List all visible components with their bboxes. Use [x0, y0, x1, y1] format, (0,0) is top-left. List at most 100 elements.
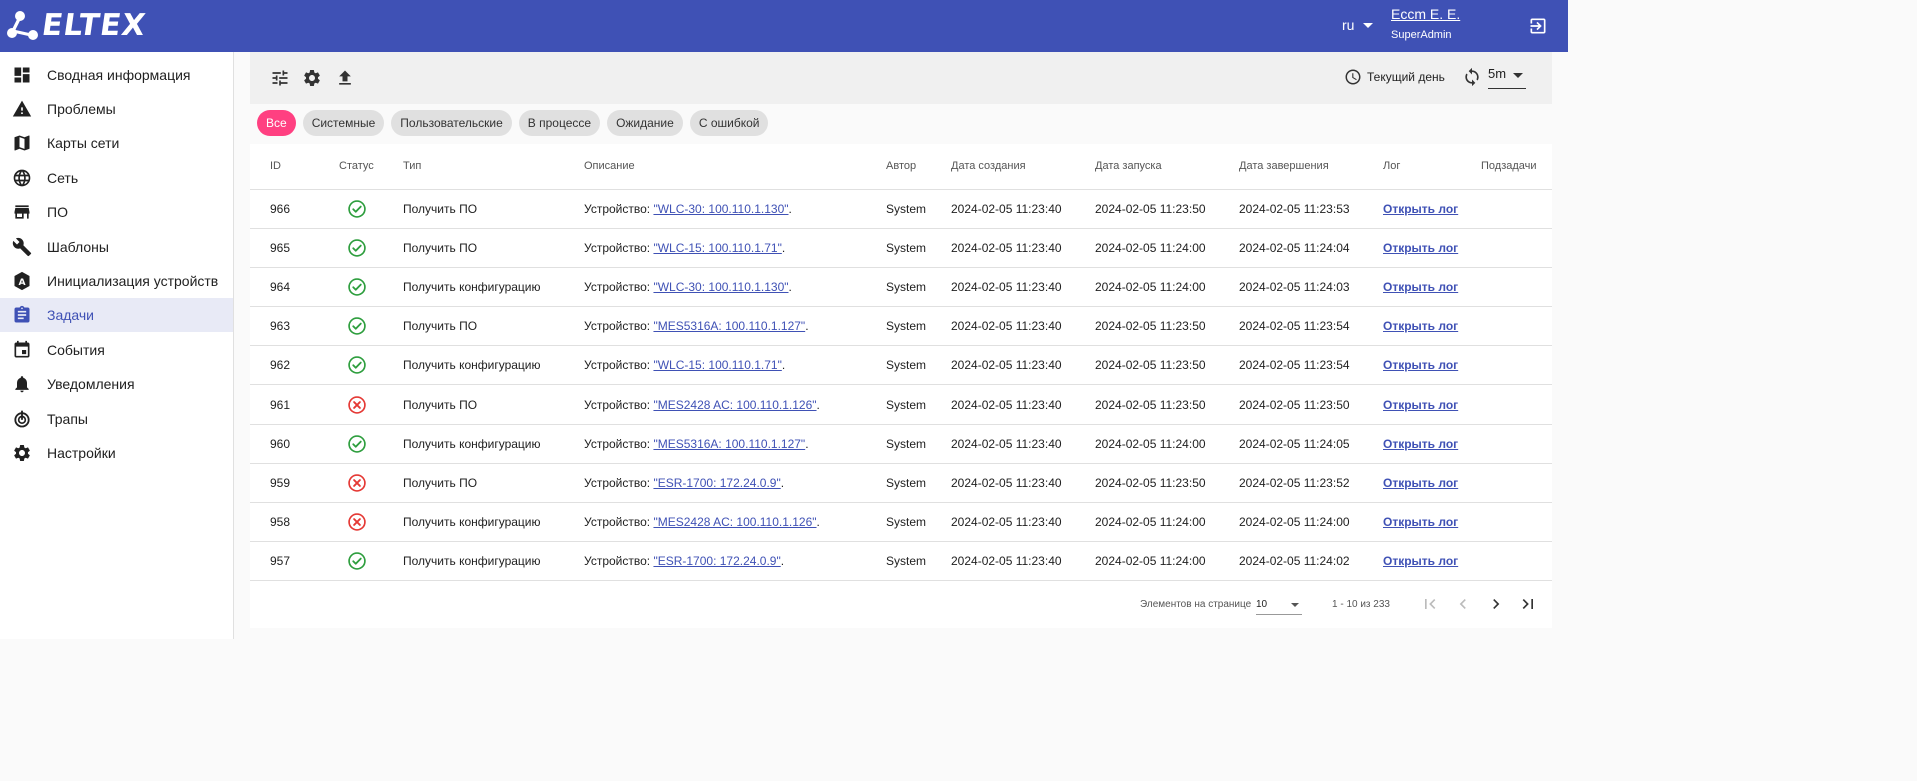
column-header-author[interactable]: Автор	[886, 144, 951, 190]
column-header-log[interactable]: Лог	[1383, 144, 1481, 190]
column-header-subtasks[interactable]: Подзадачи	[1481, 144, 1552, 190]
task-author: System	[886, 306, 951, 347]
column-header-created[interactable]: Дата создания	[951, 144, 1095, 190]
filter-chip-system[interactable]: Системные	[302, 110, 385, 136]
description-prefix: Устройство:	[584, 201, 654, 216]
table-row[interactable]: 961 Получить ПО Устройство: "MES2428 AC: 1…	[250, 384, 1552, 425]
sidebar-item-notifications[interactable]: Уведомления	[0, 367, 233, 401]
table-paginator: Элементов на странице 10 1 - 10 из 233	[250, 582, 1552, 628]
device-link[interactable]: "ESR-1700: 172.24.0.9"	[653, 554, 780, 568]
user-name-link[interactable]: Eccm E. E.	[1391, 6, 1460, 22]
column-header-status[interactable]: Статус	[319, 144, 403, 190]
table-row[interactable]: 963 Получить ПО Устройство: "MES5316A: 100…	[250, 306, 1552, 347]
table-row[interactable]: 966 Получить ПО Устройство: "WLC-30: 100.1…	[250, 189, 1552, 229]
table-row[interactable]: 959 Получить ПО Устройство: "ESR-1700: 172…	[250, 463, 1552, 504]
open-log-link[interactable]: Открыть лог	[1383, 319, 1458, 333]
filter-chip-in-progress[interactable]: В процессе	[518, 110, 601, 136]
next-page-icon[interactable]	[1486, 594, 1506, 614]
settings-gear-icon[interactable]	[302, 68, 322, 88]
tune-icon[interactable]	[270, 68, 290, 88]
previous-page-icon[interactable]	[1453, 594, 1473, 614]
open-log-link[interactable]: Открыть лог	[1383, 437, 1458, 451]
open-log-link[interactable]: Открыть лог	[1383, 280, 1458, 294]
sidebar-item-settings[interactable]: Настройки	[0, 436, 233, 470]
task-type: Получить ПО	[403, 189, 584, 229]
open-log-link[interactable]: Открыть лог	[1383, 476, 1458, 490]
device-link[interactable]: "ESR-1700: 172.24.0.9"	[653, 476, 780, 490]
filter-chip-all[interactable]: Все	[257, 110, 296, 136]
table-row[interactable]: 964 Получить конфигурацию Устройство: "WLC…	[250, 267, 1552, 308]
eltex-logo[interactable]: ELTEX	[6, 8, 148, 43]
device-link[interactable]: "WLC-30: 100.110.1.130"	[653, 202, 788, 216]
column-header-id[interactable]: ID	[250, 144, 319, 190]
task-type: Получить конфигурацию	[403, 267, 584, 308]
column-header-started[interactable]: Дата запуска	[1095, 144, 1239, 190]
task-finished: 2024-02-05 11:24:03	[1239, 267, 1383, 308]
task-finished: 2024-02-05 11:24:05	[1239, 424, 1383, 464]
sidebar-item-device-init[interactable]: A Инициализация устройств	[0, 264, 233, 298]
task-started: 2024-02-05 11:23:50	[1095, 189, 1239, 229]
task-log: Открыть лог	[1383, 463, 1481, 504]
column-header-finished[interactable]: Дата завершения	[1239, 144, 1383, 190]
table-row[interactable]: 957 Получить конфигурацию Устройство: "ESR…	[250, 541, 1552, 582]
table-row[interactable]: 962 Получить конфигурацию Устройство: "WLC…	[250, 345, 1552, 386]
sidebar-item-label: Инициализация устройств	[47, 273, 219, 289]
first-page-icon[interactable]	[1420, 594, 1440, 614]
task-log: Открыть лог	[1383, 541, 1481, 582]
filter-chip-waiting[interactable]: Ожидание	[607, 110, 683, 136]
last-page-icon[interactable]	[1518, 594, 1538, 614]
open-log-link[interactable]: Открыть лог	[1383, 358, 1458, 372]
logout-icon[interactable]	[1528, 16, 1548, 36]
svg-text:A: A	[18, 277, 26, 288]
device-link[interactable]: "WLC-15: 100.110.1.71"	[653, 358, 781, 372]
auto-init-icon: A	[14, 271, 30, 291]
column-header-type[interactable]: Тип	[403, 144, 584, 190]
task-log: Открыть лог	[1383, 189, 1481, 229]
open-log-link[interactable]: Открыть лог	[1383, 554, 1458, 568]
device-link[interactable]: "MES2428 AC: 100.110.1.126"	[653, 515, 816, 529]
sidebar-item-problems[interactable]: Проблемы	[0, 92, 233, 126]
sidebar-item-dashboard[interactable]: Сводная информация	[0, 58, 233, 92]
sidebar-item-network[interactable]: Сеть	[0, 161, 233, 195]
sidebar-item-software[interactable]: ПО	[0, 195, 233, 229]
filter-chip-error[interactable]: С ошибкой	[689, 110, 769, 136]
task-started: 2024-02-05 11:24:00	[1095, 267, 1239, 308]
upload-icon[interactable]	[335, 68, 355, 88]
globe-icon	[13, 169, 31, 187]
table-row[interactable]: 965 Получить ПО Устройство: "WLC-15: 100.1…	[250, 228, 1552, 268]
table-row[interactable]: 958 Получить конфигурацию Устройство: "MES…	[250, 502, 1552, 543]
dashboard-icon	[14, 67, 30, 83]
refresh-icon[interactable]	[1462, 67, 1482, 87]
table-row[interactable]: 960 Получить конфигурацию Устройство: "MES…	[250, 424, 1552, 464]
sidebar-item-templates[interactable]: Шаблоны	[0, 230, 233, 264]
sidebar-item-events[interactable]: События	[0, 333, 233, 367]
trap-icon	[14, 410, 30, 428]
device-link[interactable]: "MES5316A: 100.110.1.127"	[653, 319, 805, 333]
task-author: System	[886, 228, 951, 268]
device-link[interactable]: "WLC-15: 100.110.1.71"	[653, 241, 781, 255]
device-link[interactable]: "MES2428 AC: 100.110.1.126"	[653, 398, 816, 412]
success-check-icon	[348, 552, 366, 571]
column-header-description[interactable]: Описание	[584, 144, 886, 190]
filter-chip-user[interactable]: Пользовательские	[391, 110, 512, 136]
description-prefix: Устройство:	[584, 397, 654, 412]
open-log-link[interactable]: Открыть лог	[1383, 398, 1458, 412]
task-type: Получить ПО	[403, 384, 584, 425]
sidebar-item-tasks[interactable]: Задачи	[0, 298, 233, 332]
sidebar: Сводная информация Проблемы Карты сети С…	[0, 52, 234, 639]
task-id: 961	[250, 384, 319, 425]
task-type: Получить конфигурацию	[403, 502, 584, 543]
device-link[interactable]: "WLC-30: 100.110.1.130"	[653, 280, 788, 294]
device-link[interactable]: "MES5316A: 100.110.1.127"	[653, 437, 805, 451]
task-id: 957	[250, 541, 319, 582]
page-size-select[interactable]: 10	[1256, 593, 1302, 615]
sidebar-item-network-maps[interactable]: Карты сети	[0, 126, 233, 160]
open-log-link[interactable]: Открыть лог	[1383, 241, 1458, 255]
open-log-link[interactable]: Открыть лог	[1383, 515, 1458, 529]
open-log-link[interactable]: Открыть лог	[1383, 202, 1458, 216]
language-select[interactable]: ru	[1342, 17, 1374, 33]
period-select[interactable]: Текущий день	[1344, 68, 1445, 86]
sidebar-item-traps[interactable]: Трапы	[0, 402, 233, 436]
task-created: 2024-02-05 11:23:40	[951, 424, 1095, 464]
refresh-interval-select[interactable]: 5m	[1488, 66, 1526, 89]
